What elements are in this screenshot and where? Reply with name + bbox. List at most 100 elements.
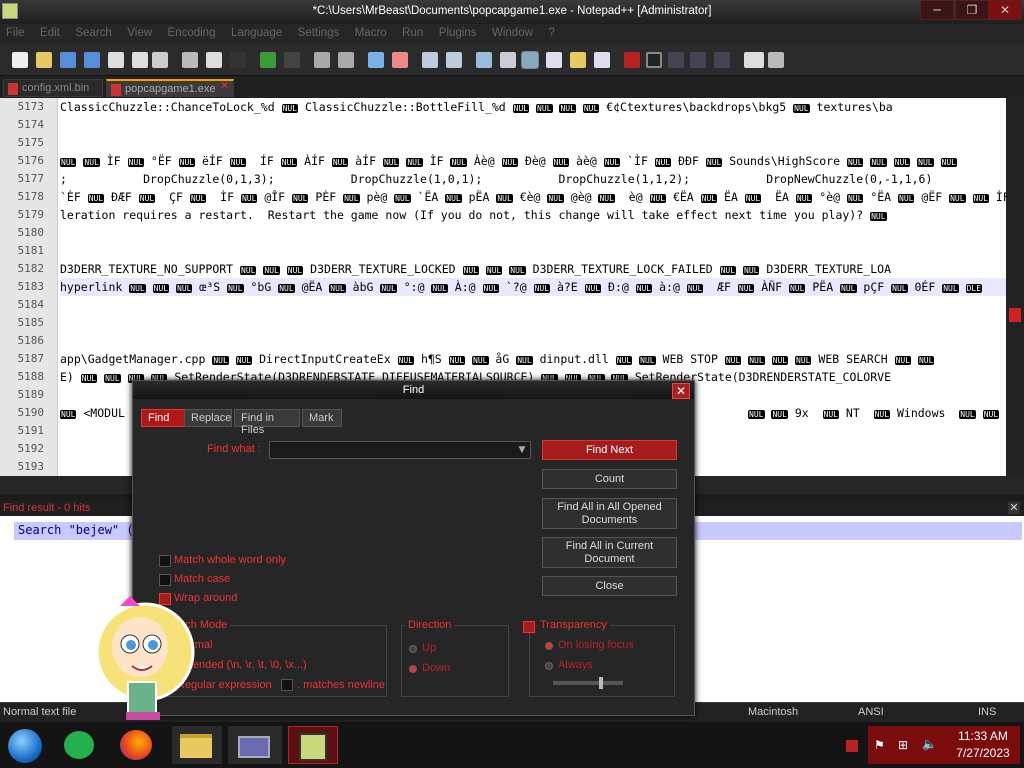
slider-knob[interactable] xyxy=(599,677,603,689)
print-icon[interactable] xyxy=(152,52,168,68)
indent-guide-icon[interactable] xyxy=(521,51,539,69)
tab-replace[interactable]: Replace xyxy=(184,409,232,427)
close-file-icon[interactable] xyxy=(108,52,124,68)
start-button[interactable] xyxy=(4,726,48,764)
spell-check-icon[interactable] xyxy=(744,52,764,68)
match-case-checkbox[interactable] xyxy=(159,574,171,586)
network-icon[interactable]: ⊞ xyxy=(898,738,908,752)
find-icon[interactable] xyxy=(314,52,330,68)
plugin-icon[interactable] xyxy=(768,52,784,68)
redo-icon[interactable] xyxy=(284,52,300,68)
code-line[interactable]: leration requires a restart. Restart the… xyxy=(60,206,887,224)
transparency-checkbox[interactable] xyxy=(523,621,535,633)
undo-icon[interactable] xyxy=(260,52,276,68)
menu-encoding[interactable]: Encoding xyxy=(162,24,222,42)
sync-vertical-icon[interactable] xyxy=(422,52,438,68)
code-line[interactable]: hyperlink NUL NUL NUL œ³S NUL °bG NUL @Ë… xyxy=(60,278,1006,296)
match-whole-word-checkbox[interactable] xyxy=(159,555,171,567)
menu-window[interactable]: Window xyxy=(486,24,539,42)
code-line[interactable]: D3DERR_TEXTURE_NO_SUPPORT NUL NUL NUL D3… xyxy=(60,260,891,278)
minimize-button[interactable]: ─ xyxy=(920,0,954,20)
save-icon[interactable] xyxy=(60,52,76,68)
zoom-out-icon[interactable] xyxy=(392,52,408,68)
chevron-down-icon[interactable]: ▼ xyxy=(515,442,529,458)
menu-view[interactable]: View xyxy=(121,24,158,42)
taskbar-file-explorer[interactable] xyxy=(172,726,222,764)
find-dialog: Find ✕ Find Replace Find in Files Mark F… xyxy=(132,380,695,716)
clock-time[interactable]: 11:33 AM xyxy=(948,729,1018,743)
close-dialog-button[interactable]: Close xyxy=(542,576,677,596)
copy-icon[interactable] xyxy=(206,52,222,68)
cut-icon[interactable] xyxy=(182,52,198,68)
tab-find-in-files[interactable]: Find in Files xyxy=(234,409,300,436)
find-next-button[interactable]: Find Next xyxy=(542,440,677,460)
tab-close-icon[interactable]: ✕ xyxy=(220,80,232,92)
save-all-icon[interactable] xyxy=(84,52,100,68)
code-line[interactable]: NUL NUL ÌF NUL °ËF NUL ëÍF NUL ÍF NUL ÀÍ… xyxy=(60,152,957,170)
clock-date[interactable]: 7/27/2023 xyxy=(948,746,1018,760)
taskbar-app-chat[interactable] xyxy=(60,726,104,764)
tab-popcapgame1[interactable]: popcapgame1.exe xyxy=(106,79,234,97)
dialog-close-icon[interactable]: ✕ xyxy=(672,383,690,399)
maximize-button[interactable]: ❐ xyxy=(955,0,989,20)
tab-mark[interactable]: Mark xyxy=(302,409,342,427)
paste-icon[interactable] xyxy=(230,52,246,68)
direction-down-radio[interactable] xyxy=(409,665,417,673)
zoom-in-icon[interactable] xyxy=(368,52,384,68)
always-radio[interactable] xyxy=(545,662,553,670)
close-button[interactable]: ✕ xyxy=(988,0,1022,20)
new-file-icon[interactable] xyxy=(12,52,28,68)
code-line[interactable]: app\GadgetManager.cpp NUL NUL DirectInpu… xyxy=(60,350,935,368)
replace-icon[interactable] xyxy=(338,52,354,68)
find-what-input[interactable] xyxy=(269,441,531,459)
taskbar-firefox[interactable] xyxy=(116,726,160,764)
code-line[interactable]: ClassicChuzzle::ChanceToLock_%d NUL Clas… xyxy=(60,98,893,116)
doc-map-icon[interactable] xyxy=(546,52,562,68)
stop-macro-icon[interactable] xyxy=(646,52,662,68)
show-all-chars-icon[interactable] xyxy=(500,52,516,68)
vertical-scrollbar[interactable] xyxy=(1006,98,1024,476)
count-button[interactable]: Count xyxy=(542,469,677,489)
menu-help[interactable]: ? xyxy=(542,24,560,42)
code-line[interactable]: ; DropChuzzle(0,1,3); DropChuzzle(1,0,1)… xyxy=(60,170,932,188)
menu-settings[interactable]: Settings xyxy=(292,24,346,42)
tab-find[interactable]: Find xyxy=(141,409,185,427)
open-file-icon[interactable] xyxy=(36,52,52,68)
file-type-status: Normal text file xyxy=(3,706,77,718)
scroll-thumb[interactable] xyxy=(1009,308,1021,322)
taskbar-notepadpp[interactable] xyxy=(288,726,338,764)
menu-plugins[interactable]: Plugins xyxy=(433,24,483,42)
play-macro-icon[interactable] xyxy=(668,52,684,68)
sync-horizontal-icon[interactable] xyxy=(446,52,462,68)
find-result-close-icon[interactable]: ✕ xyxy=(1008,502,1020,514)
flag-icon[interactable]: ⚑ xyxy=(874,738,885,752)
direction-up-radio[interactable] xyxy=(409,645,417,653)
save-macro-icon[interactable] xyxy=(714,52,730,68)
tab-config-xml[interactable]: config.xml.bin xyxy=(3,79,103,97)
menu-language[interactable]: Language xyxy=(225,24,288,42)
function-list-icon[interactable] xyxy=(594,52,610,68)
close-all-icon[interactable] xyxy=(132,52,148,68)
menu-file[interactable]: File xyxy=(0,24,31,42)
code-line[interactable]: `ÈF NUL ÐÆF NUL ÇF NUL ÌF NUL @ÎF NUL PÈ… xyxy=(60,188,1006,206)
line-number: 5192 xyxy=(17,442,45,455)
run-macro-multiple-icon[interactable] xyxy=(690,52,706,68)
matches-newline-checkbox[interactable] xyxy=(281,679,293,691)
volume-icon[interactable]: 🔈 xyxy=(922,737,937,751)
line-number: 5181 xyxy=(17,244,45,257)
transparency-title: Transparency xyxy=(537,619,610,631)
folder-workspace-icon[interactable] xyxy=(570,52,586,68)
transparency-slider[interactable] xyxy=(553,677,623,689)
on-losing-focus-radio[interactable] xyxy=(545,642,553,650)
insert-mode-status: INS xyxy=(978,706,997,718)
find-all-opened-button[interactable]: Find All in All Opened Documents xyxy=(542,498,677,529)
menu-run[interactable]: Run xyxy=(396,24,429,42)
menu-macro[interactable]: Macro xyxy=(349,24,393,42)
taskbar-app-control[interactable] xyxy=(228,726,282,764)
tray-overflow-icon[interactable] xyxy=(846,740,858,752)
menu-edit[interactable]: Edit xyxy=(34,24,66,42)
word-wrap-icon[interactable] xyxy=(476,52,492,68)
menu-search[interactable]: Search xyxy=(69,24,117,42)
find-all-current-button[interactable]: Find All in Current Document xyxy=(542,537,677,568)
record-macro-icon[interactable] xyxy=(624,52,640,68)
